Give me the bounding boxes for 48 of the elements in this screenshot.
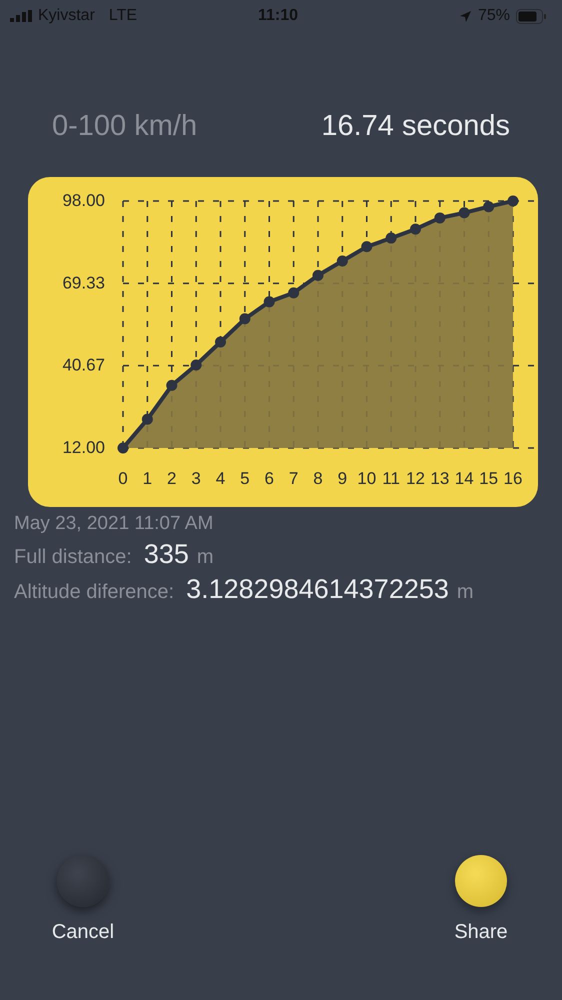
x-axis-label: 15 <box>479 469 498 488</box>
stat-unit: m <box>196 546 214 569</box>
clock-time: 11:10 <box>258 7 298 25</box>
stat-unit: m <box>456 581 474 604</box>
y-axis-label: 40.67 <box>62 356 105 375</box>
x-axis-label: 3 <box>191 469 201 488</box>
stat-label: Full distance: <box>14 546 132 569</box>
x-axis-label: 2 <box>167 469 176 488</box>
x-axis-label: 14 <box>454 469 474 488</box>
network-type: LTE <box>108 7 138 25</box>
data-point <box>142 414 153 425</box>
metric-value: 16.74 seconds <box>321 110 510 143</box>
x-axis-label: 10 <box>357 469 376 488</box>
x-axis-label: 11 <box>382 469 400 488</box>
data-point <box>166 380 178 391</box>
stat-value: 3.1282984614372253 <box>186 574 449 605</box>
x-axis-label: 8 <box>313 469 323 488</box>
x-axis-label: 4 <box>216 469 226 488</box>
data-point <box>336 256 348 267</box>
data-point <box>361 241 372 252</box>
location-arrow-icon <box>458 10 472 22</box>
data-point <box>483 201 494 212</box>
y-axis-label: 69.33 <box>62 273 105 292</box>
y-axis-label: 98.00 <box>62 191 105 210</box>
stat-label: Altitude diference: <box>14 581 174 604</box>
battery-percent: 75% <box>478 7 510 25</box>
x-axis-label: 1 <box>142 469 152 488</box>
timestamp: May 23, 2021 11:07 AM <box>14 513 214 535</box>
y-axis-label: 12.00 <box>62 438 105 457</box>
x-axis-label: 16 <box>504 469 522 488</box>
x-axis-label: 6 <box>264 469 274 488</box>
x-axis-label: 13 <box>430 469 450 488</box>
data-point <box>312 270 324 281</box>
x-axis-label: 12 <box>406 469 425 488</box>
data-point <box>434 212 446 224</box>
stat-value: 335 <box>144 539 189 570</box>
signal-icon <box>10 10 32 22</box>
x-axis-label: 0 <box>118 469 128 488</box>
button-label[interactable]: Share <box>454 921 508 944</box>
data-point <box>288 287 300 298</box>
carrier-name: Kyivstar <box>38 7 95 25</box>
share-button[interactable] <box>455 855 507 907</box>
metric-label: 0-100 km/h <box>52 110 198 143</box>
button-label[interactable]: Cancel <box>52 921 114 944</box>
battery-icon <box>516 8 546 24</box>
x-axis-label: 5 <box>240 469 250 488</box>
x-axis-label: 7 <box>288 469 298 488</box>
x-axis-label: 9 <box>338 469 348 488</box>
